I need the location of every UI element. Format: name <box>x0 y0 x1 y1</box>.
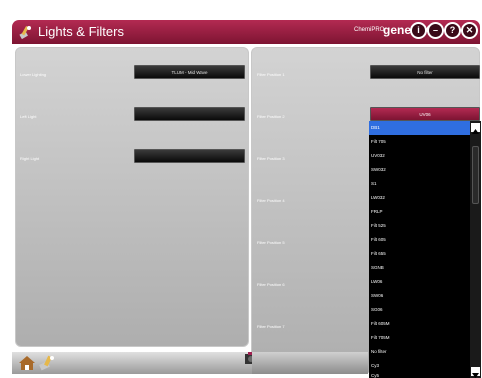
filter-position-1-select[interactable]: No filter <box>370 65 480 79</box>
dropdown-option[interactable]: SG06 <box>369 303 470 317</box>
filter-dropdown-list[interactable]: DB1 Filt 705 UV032 SW032 S1 LW032 FRLP F… <box>369 121 481 378</box>
filter-position-1-label: Filter Position 1 <box>257 72 285 77</box>
filter-position-2-select[interactable]: UV06 <box>370 107 480 121</box>
dropdown-option[interactable]: LW06 <box>369 275 470 289</box>
minimize-icon[interactable]: – <box>427 22 444 39</box>
right-light-select[interactable] <box>134 149 245 163</box>
dropdown-option[interactable]: S1 <box>369 177 470 191</box>
lights-filters-icon <box>18 24 34 40</box>
left-light-label: Left Light <box>20 114 37 119</box>
filter-position-2-label: Filter Position 2 <box>257 114 285 119</box>
dropdown-option[interactable]: Filt 605 <box>369 233 470 247</box>
lights-filters-window: Lights & Filters ChemiPRO genePIX i – ? … <box>0 0 482 378</box>
home-icon[interactable] <box>18 354 36 377</box>
lower-lighting-label: Lower Lighting <box>20 72 47 77</box>
right-light-label: Right Light <box>20 156 40 161</box>
help-icon[interactable]: ? <box>444 22 461 39</box>
dropdown-option[interactable]: LW032 <box>369 191 470 205</box>
lighting-icon[interactable] <box>38 354 56 377</box>
dropdown-option[interactable]: SW06 <box>369 289 470 303</box>
dropdown-option[interactable]: Filt 525 <box>369 219 470 233</box>
dropdown-option[interactable]: Filt 655 <box>369 247 470 261</box>
filter-position-3-label: Filter Position 3 <box>257 156 285 161</box>
dropdown-option[interactable]: Filt 705M <box>369 331 470 345</box>
brand-chemipro: ChemiPRO <box>354 27 385 33</box>
scroll-down-icon[interactable] <box>471 367 480 378</box>
dropdown-option[interactable]: DB1 <box>369 121 470 135</box>
dropdown-option[interactable]: FRLP <box>369 205 470 219</box>
filter-position-6-label: Filter Position 6 <box>257 282 285 287</box>
scrollbar-thumb[interactable] <box>472 146 479 204</box>
dropdown-option[interactable]: Cy5 <box>369 371 470 378</box>
dropdown-scrollbar[interactable] <box>470 121 481 378</box>
filter-position-7-label: Filter Position 7 <box>257 324 285 329</box>
info-icon[interactable]: i <box>410 22 427 39</box>
window-title: Lights & Filters <box>38 24 124 39</box>
bottom-toolbar <box>12 352 257 377</box>
left-light-select[interactable] <box>134 107 245 121</box>
dropdown-option[interactable]: UV032 <box>369 149 470 163</box>
dropdown-option[interactable]: Filt 705 <box>369 135 470 149</box>
scroll-up-icon[interactable] <box>471 123 480 134</box>
dropdown-option[interactable]: No filter <box>369 345 470 359</box>
title-bar: Lights & Filters ChemiPRO genePIX i – ? … <box>12 20 480 44</box>
dropdown-option[interactable]: Filt 605M <box>369 317 470 331</box>
lighting-panel: Lower Lighting TLUM - Mid Wave Left Ligh… <box>15 47 249 347</box>
bottom-toolbar-right <box>252 352 368 374</box>
lower-lighting-select[interactable]: TLUM - Mid Wave <box>134 65 245 79</box>
close-icon[interactable]: ✕ <box>461 22 478 39</box>
filter-position-4-label: Filter Position 4 <box>257 198 285 203</box>
dropdown-option[interactable]: SW032 <box>369 163 470 177</box>
dropdown-option[interactable]: SGNB <box>369 261 470 275</box>
filter-position-5-label: Filter Position 5 <box>257 240 285 245</box>
